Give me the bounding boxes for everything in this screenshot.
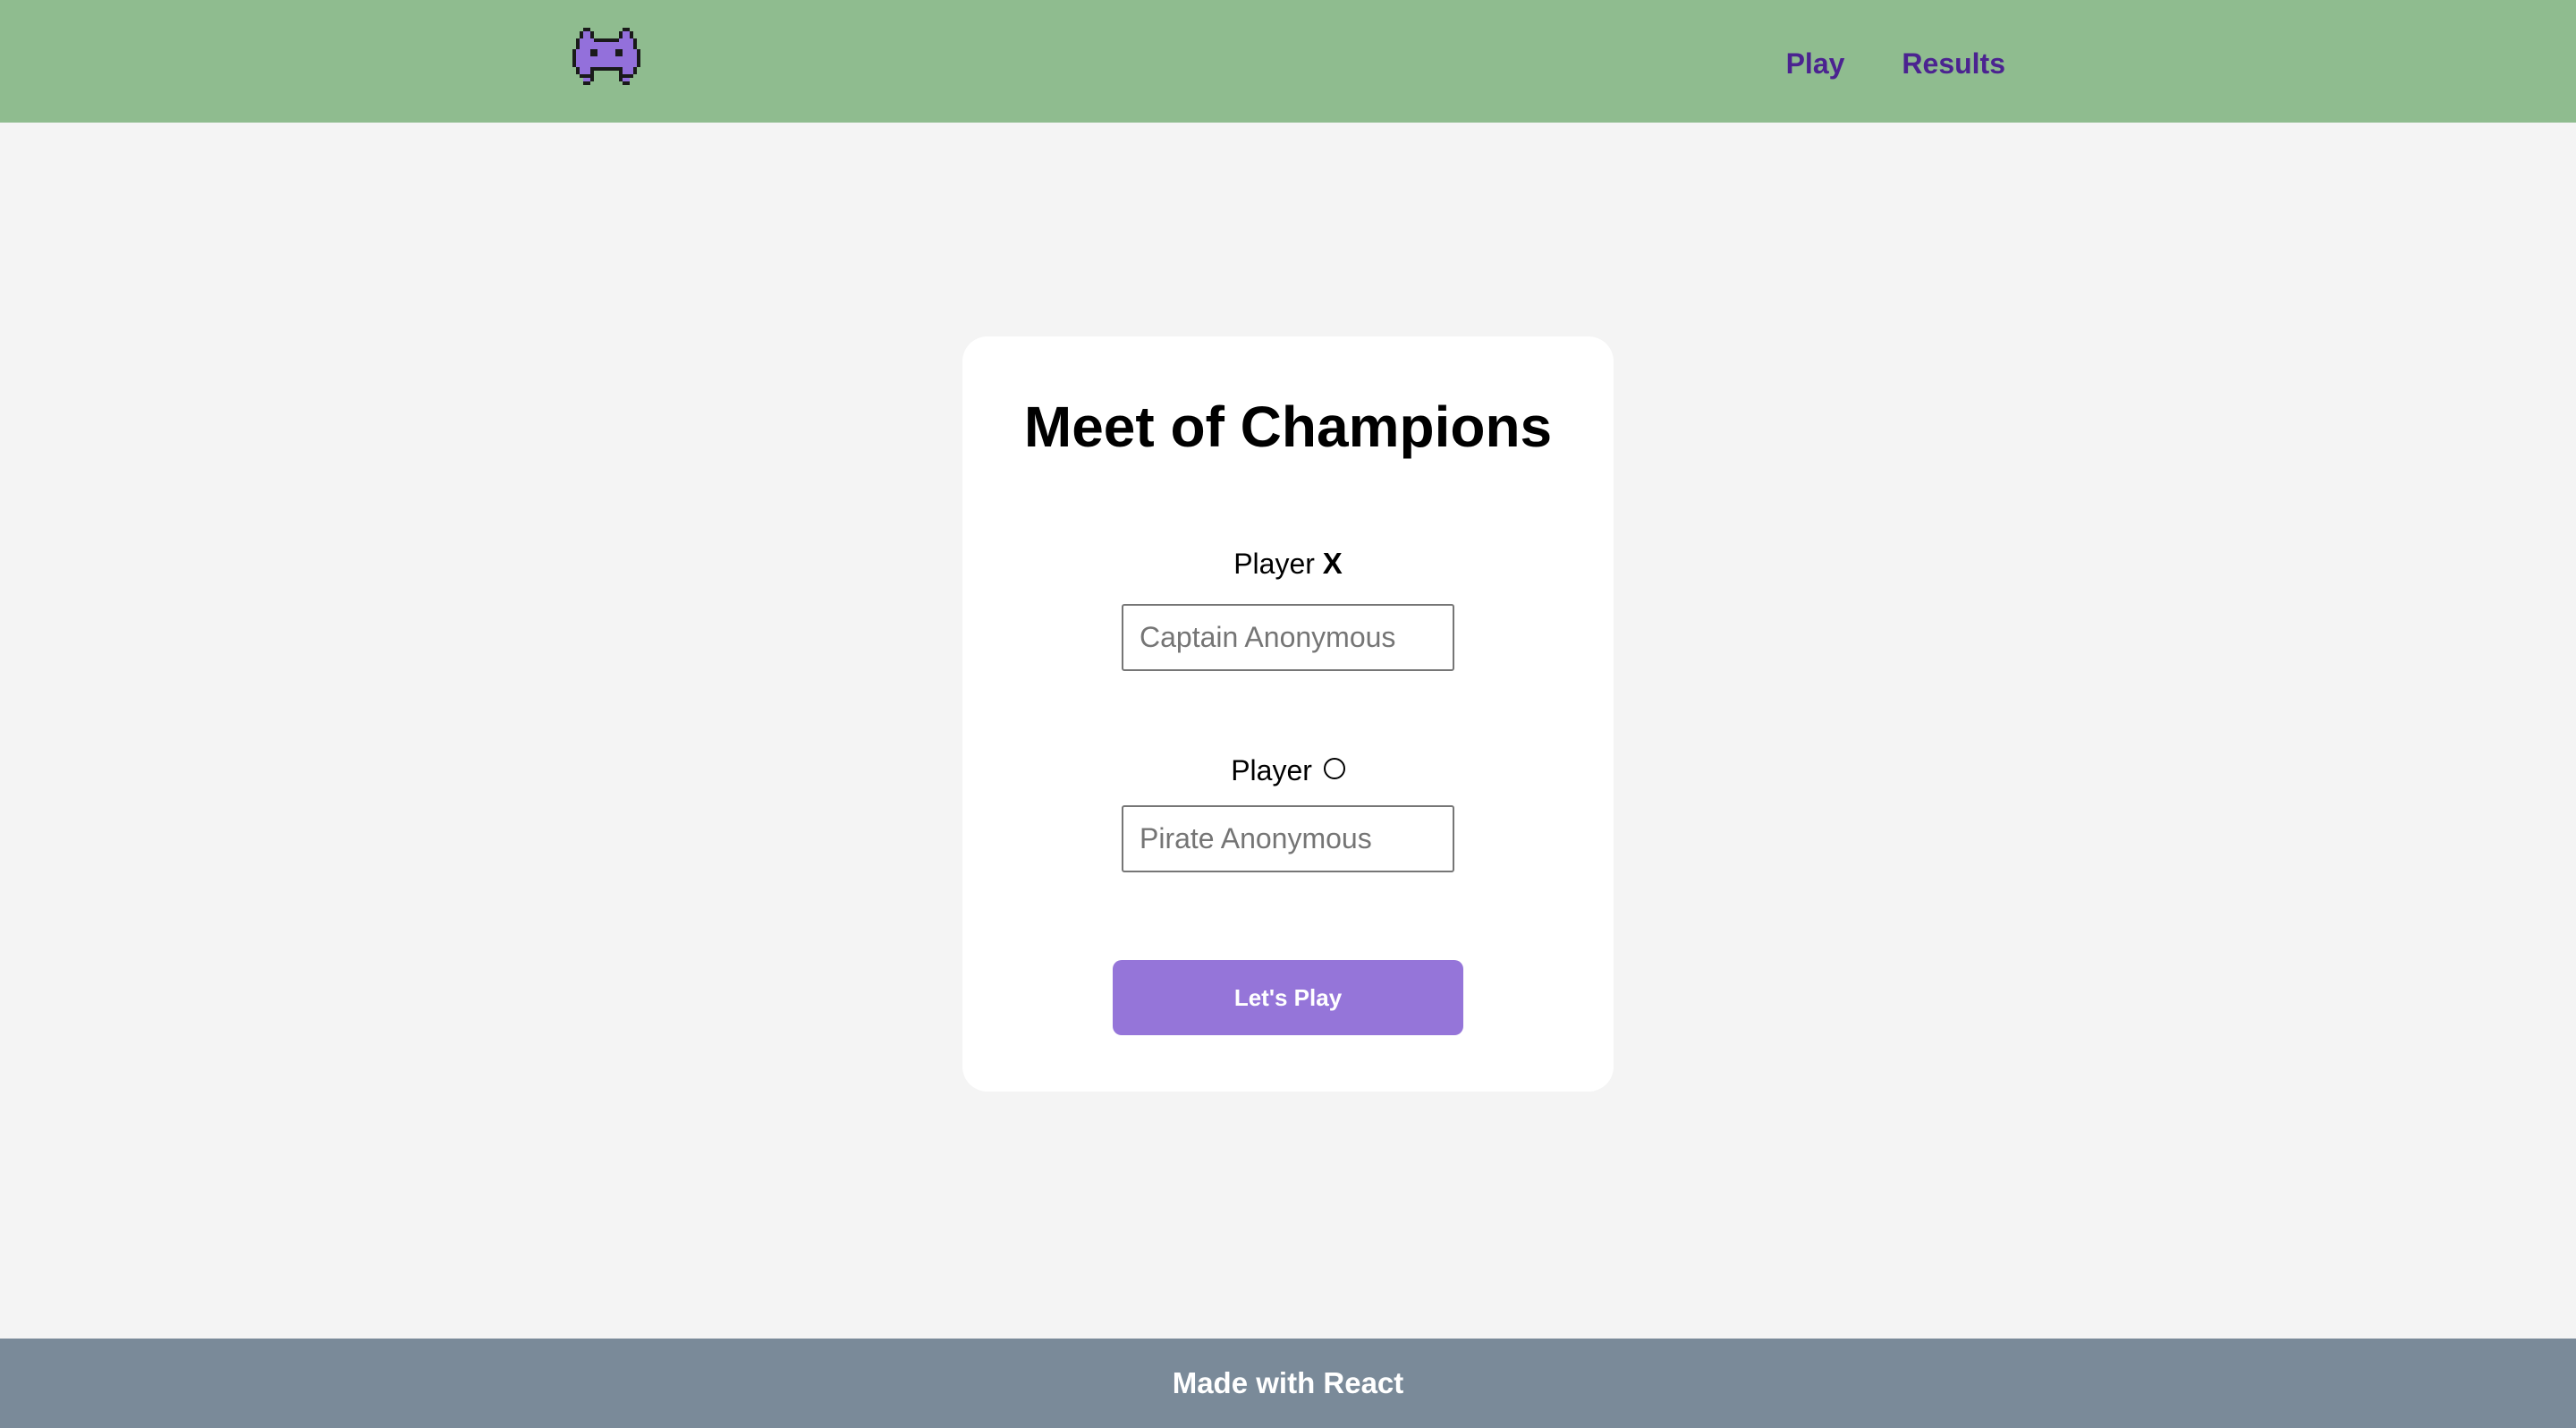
page-footer: Made with React — [0, 1339, 2576, 1428]
nav-play-link[interactable]: Play — [1786, 41, 1845, 86]
x-mark: X — [1322, 547, 1343, 580]
player-o-label: Player — [962, 754, 1614, 787]
page-title: Meet of Champions — [1023, 395, 1553, 459]
player-x-name-input[interactable] — [1122, 604, 1454, 671]
main-nav: Play Results — [1786, 41, 2005, 86]
top-header: Play Results — [0, 0, 2576, 123]
space-invader-icon[interactable] — [572, 28, 640, 85]
player-o-name-input[interactable] — [1122, 805, 1454, 872]
circle-o-icon — [1323, 758, 1345, 779]
nav-results-link[interactable]: Results — [1902, 41, 2005, 86]
player-setup-card: Meet of Champions Player X Player Let's … — [962, 336, 1614, 1092]
lets-play-button[interactable]: Let's Play — [1113, 960, 1463, 1035]
player-x-label: Player X — [962, 547, 1614, 581]
footer-text: Made with React — [1172, 1366, 1404, 1399]
player-o-label-text: Player — [1231, 754, 1312, 786]
player-x-label-text: Player — [1233, 548, 1315, 580]
